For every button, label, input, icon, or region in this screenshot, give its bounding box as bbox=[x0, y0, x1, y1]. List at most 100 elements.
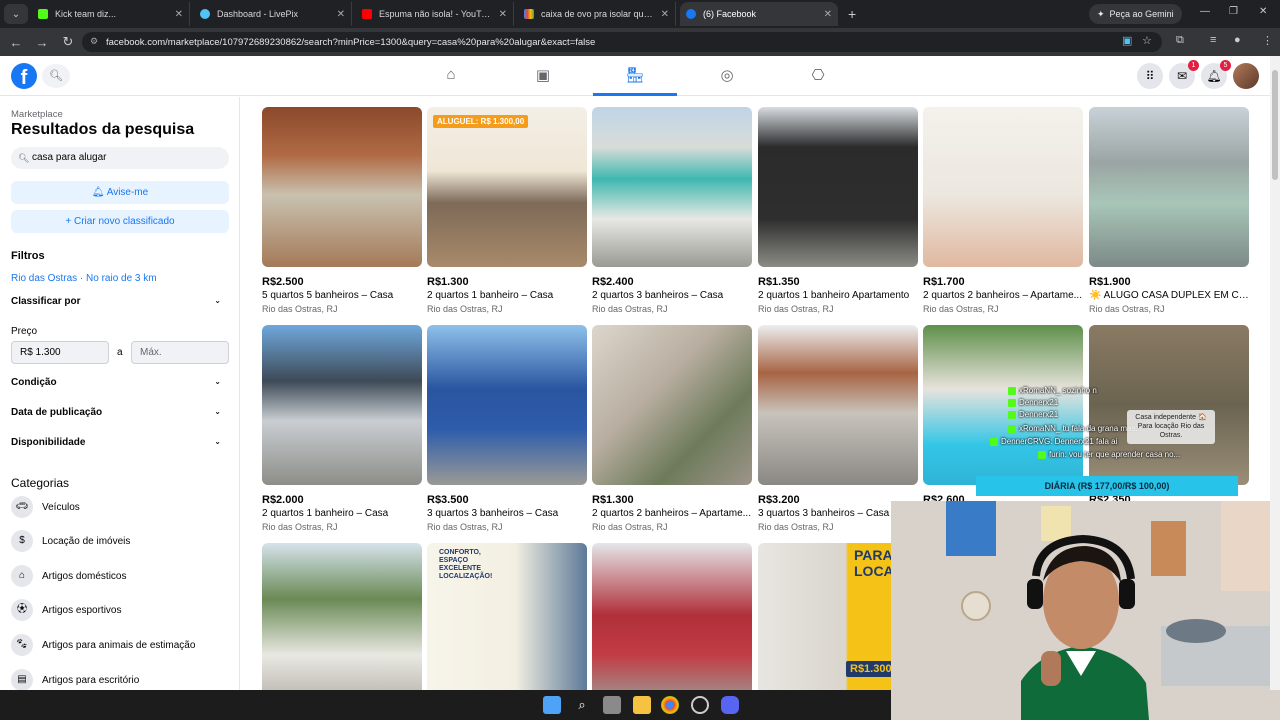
listing-card[interactable]: R$2.500 5 quartos 5 banheiros – Casa Rio… bbox=[262, 107, 422, 314]
tab-search-chevron-icon[interactable]: ⌄ bbox=[4, 4, 28, 24]
task-view-icon[interactable] bbox=[603, 696, 621, 714]
page-scrollbar[interactable] bbox=[1270, 56, 1280, 690]
listing-card[interactable]: R$1.700 2 quartos 2 banheiros – Apartame… bbox=[923, 107, 1083, 314]
search-value: casa para alugar bbox=[32, 152, 107, 163]
restore-icon[interactable]: ❐ bbox=[1229, 6, 1238, 17]
extensions-icon[interactable]: ⧉ bbox=[1176, 34, 1184, 47]
category-label: Artigos para escritório bbox=[42, 674, 140, 686]
site-info-icon[interactable]: ⚙ bbox=[90, 36, 98, 47]
gaming-icon[interactable]: ⎔ bbox=[803, 66, 833, 88]
webcam-feed bbox=[891, 501, 1280, 720]
listing-photo bbox=[592, 107, 752, 267]
close-window-icon[interactable]: ✕ bbox=[1259, 6, 1267, 17]
back-icon[interactable]: ← bbox=[4, 35, 28, 50]
search-input[interactable]: 🔍︎ casa para alugar bbox=[11, 147, 229, 169]
publication-date-dropdown[interactable]: Data de publicação ⌄ bbox=[11, 407, 221, 418]
listing-card[interactable] bbox=[262, 543, 422, 690]
category-home-goods[interactable]: ⌂ Artigos domésticos bbox=[11, 564, 126, 588]
listing-price: R$1.900 bbox=[1089, 276, 1131, 288]
listing-photo: CONFORTO, ESPAÇO EXCELENTE LOCALIZAÇÃO! bbox=[427, 543, 587, 690]
browser-tab-youtube[interactable]: Espuma não isola! - YouTube ✕ bbox=[356, 2, 514, 26]
listing-card[interactable]: CONFORTO, ESPAÇO EXCELENTE LOCALIZAÇÃO! bbox=[427, 543, 587, 690]
browser-menu-icon[interactable]: ⋮ bbox=[1262, 34, 1273, 47]
gemini-button[interactable]: ✦ Peça ao Gemini bbox=[1089, 4, 1182, 24]
availability-dropdown[interactable]: Disponibilidade ⌄ bbox=[11, 437, 221, 448]
forward-icon[interactable]: → bbox=[30, 35, 54, 50]
create-listing-button[interactable]: + Criar novo classificado bbox=[11, 210, 229, 233]
close-tab-icon[interactable]: ✕ bbox=[824, 9, 832, 20]
listing-location: Rio das Ostras, RJ bbox=[592, 522, 668, 532]
condition-dropdown[interactable]: Condição ⌄ bbox=[11, 377, 221, 388]
reading-list-icon[interactable]: ≡ bbox=[1210, 34, 1216, 46]
price-min-input[interactable]: R$ 1.300 bbox=[11, 341, 109, 364]
obs-icon[interactable] bbox=[691, 696, 709, 714]
listing-card[interactable]: ALUGUEL: R$ 1.300,00 R$1.300 2 quartos 1… bbox=[427, 107, 587, 314]
close-tab-icon[interactable]: ✕ bbox=[499, 9, 507, 20]
kick-icon bbox=[1038, 450, 1046, 459]
reload-icon[interactable]: ↻ bbox=[56, 34, 80, 50]
sort-dropdown[interactable]: Classificar por ⌄ bbox=[11, 296, 221, 307]
file-explorer-icon[interactable] bbox=[633, 696, 651, 714]
bookmark-star-icon[interactable]: ☆ bbox=[1142, 34, 1152, 47]
breadcrumb[interactable]: Marketplace bbox=[11, 109, 63, 120]
category-property-rentals[interactable]: $ Locação de imóveis bbox=[11, 529, 130, 553]
facebook-logo[interactable]: f bbox=[11, 63, 37, 89]
category-sports[interactable]: ⚽︎ Artigos esportivos bbox=[11, 598, 121, 622]
video-icon[interactable]: ▣ bbox=[528, 66, 558, 88]
listing-card[interactable]: R$1.350 2 quartos 1 banheiro Apartamento… bbox=[758, 107, 918, 314]
browser-tab-google[interactable]: caixa de ovo pra isolar quarto - ✕ bbox=[518, 2, 676, 26]
taskbar-search-icon[interactable]: ⌕ bbox=[573, 696, 591, 714]
marketplace-icon[interactable]: 🏪︎ bbox=[620, 66, 650, 88]
browser-tab-livepix[interactable]: Dashboard - LivePix ✕ bbox=[194, 2, 352, 26]
menu-grid-icon[interactable]: ⠿ bbox=[1137, 63, 1163, 89]
chat-message: Dennerx21 bbox=[1008, 410, 1058, 419]
windows-start-icon[interactable] bbox=[543, 696, 561, 714]
kick-icon bbox=[38, 9, 48, 19]
listing-location: Rio das Ostras, RJ bbox=[427, 304, 503, 314]
notifications-bell-icon[interactable]: 🔔︎ 5 bbox=[1201, 60, 1231, 89]
price-min-value: R$ 1.300 bbox=[20, 347, 61, 358]
browser-tab-facebook[interactable]: (6) Facebook ✕ bbox=[680, 2, 838, 26]
chevron-down-icon: ⌄ bbox=[214, 407, 221, 416]
discord-icon[interactable] bbox=[721, 696, 739, 714]
listing-title: ☀️ ALUGO CASA DÚPLEX EM CON... bbox=[1089, 290, 1249, 301]
alert-me-label: Avise-me bbox=[106, 187, 149, 198]
minimize-icon[interactable]: — bbox=[1200, 6, 1210, 17]
category-vehicles[interactable]: 🚗︎ Veículos bbox=[11, 495, 80, 519]
listing-card[interactable]: R$1.300 2 quartos 2 banheiros – Apartame… bbox=[592, 325, 752, 532]
chrome-icon[interactable] bbox=[661, 696, 679, 714]
close-tab-icon[interactable]: ✕ bbox=[175, 9, 183, 20]
listing-location: Rio das Ostras, RJ bbox=[262, 304, 338, 314]
listing-photo bbox=[427, 325, 587, 485]
translate-icon[interactable]: ▣ bbox=[1122, 34, 1132, 47]
listing-photo bbox=[758, 325, 918, 485]
scrollbar-thumb[interactable] bbox=[1272, 70, 1278, 180]
new-tab-icon[interactable]: + bbox=[848, 6, 856, 22]
chat-text: xRomaNN_ tu fala da grana mas... bbox=[1019, 424, 1143, 433]
location-filter-link[interactable]: Rio das Ostras · No raio de 3 km bbox=[11, 273, 157, 284]
listing-card[interactable]: R$2.400 2 quartos 3 banheiros – Casa Rio… bbox=[592, 107, 752, 314]
category-pet-supplies[interactable]: 🐾︎ Artigos para animais de estimação bbox=[11, 633, 195, 657]
profile-icon[interactable]: ● bbox=[1234, 34, 1241, 46]
category-office-supplies[interactable]: ▤ Artigos para escritório bbox=[11, 668, 139, 690]
listing-price: R$1.300 bbox=[592, 494, 634, 506]
search-icon[interactable]: 🔍︎ bbox=[42, 64, 70, 88]
avatar[interactable] bbox=[1233, 63, 1259, 89]
home-icon[interactable]: ⌂ bbox=[436, 66, 466, 88]
address-bar[interactable]: ⚙ facebook.com/marketplace/1079726892308… bbox=[82, 32, 1162, 52]
listing-card[interactable]: R$2.000 2 quartos 1 banheiro – Casa Rio … bbox=[262, 325, 422, 532]
listing-card[interactable]: R$1.900 ☀️ ALUGO CASA DÚPLEX EM CON... R… bbox=[1089, 107, 1249, 314]
close-tab-icon[interactable]: ✕ bbox=[337, 9, 345, 20]
groups-icon[interactable]: ◎ bbox=[712, 66, 742, 88]
paw-icon: 🐾︎ bbox=[11, 634, 33, 656]
listing-card[interactable]: R$3.500 3 quartos 3 banheiros – Casa Rio… bbox=[427, 325, 587, 532]
chat-message: Dennerx21 bbox=[1008, 398, 1058, 407]
browser-tab-kick[interactable]: Kick team diz... ✕ bbox=[32, 2, 190, 26]
price-max-input[interactable]: Máx. bbox=[131, 341, 229, 364]
alert-me-button[interactable]: 🔔︎ Avise-me bbox=[11, 181, 229, 204]
messenger-icon[interactable]: ✉ 1 bbox=[1169, 60, 1199, 89]
category-label: Artigos para animais de estimação bbox=[42, 639, 196, 651]
close-tab-icon[interactable]: ✕ bbox=[661, 9, 669, 20]
listing-card[interactable] bbox=[592, 543, 752, 690]
gemini-label: Peça ao Gemini bbox=[1109, 9, 1174, 19]
